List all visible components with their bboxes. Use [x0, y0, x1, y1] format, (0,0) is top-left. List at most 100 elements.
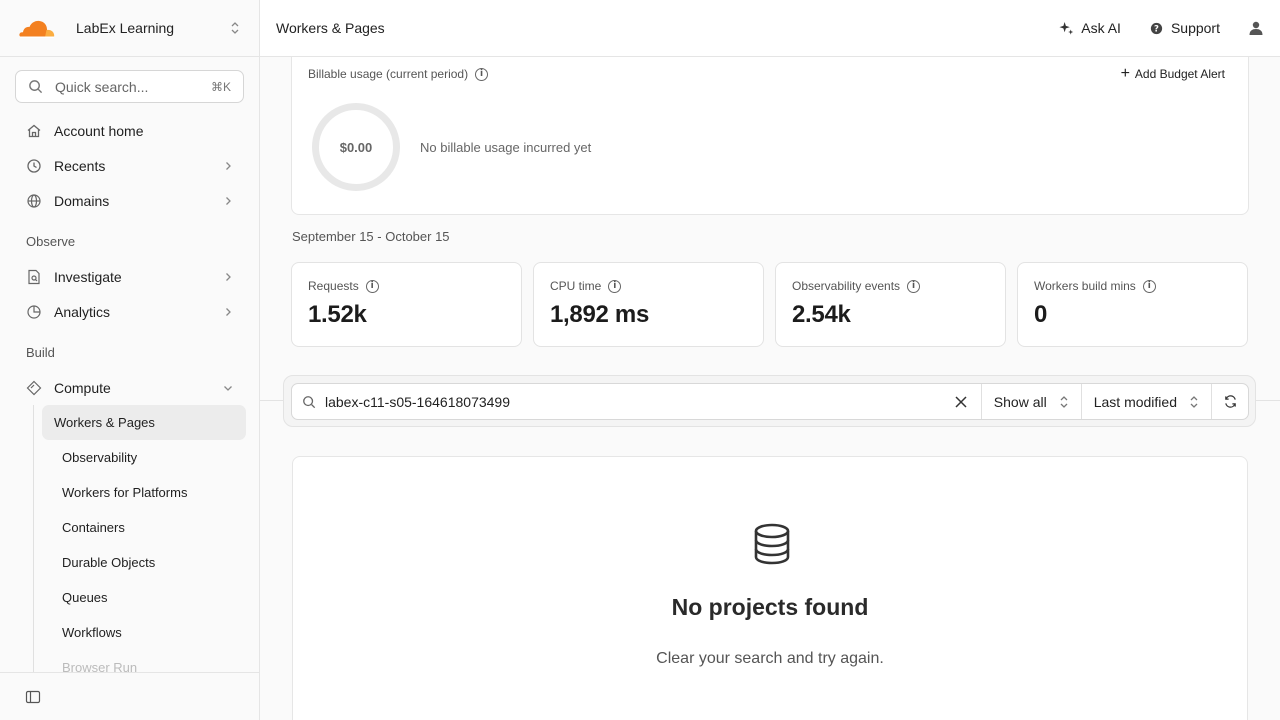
globe-icon: [26, 193, 42, 209]
pie-chart-icon: [26, 304, 42, 320]
chevron-right-icon: [226, 161, 231, 170]
diamond-icon: [26, 380, 42, 396]
sidebar-item-workers-pages[interactable]: Workers & Pages: [42, 405, 246, 440]
dropdown-value: Show all: [993, 393, 1047, 410]
info-icon[interactable]: i: [1142, 279, 1156, 293]
sidebar-item-durable-objects[interactable]: Durable Objects: [42, 545, 246, 580]
divider: [260, 400, 284, 401]
search-icon: [29, 80, 43, 94]
info-icon[interactable]: i: [907, 279, 921, 293]
help-icon: ?: [1150, 22, 1163, 34]
sidebar-item-label: Investigate: [54, 268, 122, 285]
no-usage-message: No billable usage incurred yet: [420, 140, 592, 155]
info-icon[interactable]: i: [608, 279, 622, 293]
stat-label: Observability events: [792, 279, 901, 293]
stat-label: CPU time: [550, 279, 602, 293]
empty-state-subtitle: Clear your search and try again.: [656, 650, 884, 667]
sidebar-item-compute[interactable]: Compute: [0, 370, 259, 405]
stat-label: Requests: [308, 279, 359, 293]
add-budget-label: Add Budget Alert: [1134, 67, 1225, 81]
sidebar-item-recents[interactable]: Recents: [0, 148, 259, 183]
section-label-observe: Observe: [26, 234, 76, 249]
sidebar: LabEx Learning Quick search... ⌘K Accoun…: [0, 0, 260, 720]
info-icon[interactable]: i: [365, 279, 379, 293]
sidebar-item-queues[interactable]: Queues: [42, 580, 246, 615]
section-label-build: Build: [26, 345, 55, 360]
chevron-down-icon: [224, 385, 232, 391]
cloudflare-logo-icon: [19, 20, 55, 38]
stat-value: 1,892 ms: [550, 301, 650, 328]
close-icon[interactable]: [953, 394, 969, 410]
projects-empty-state: No projects found Clear your search and …: [292, 456, 1248, 720]
svg-text:?: ?: [1154, 23, 1159, 33]
chevron-right-icon: [226, 196, 231, 205]
usage-ring: $0.00: [312, 103, 400, 191]
stat-label: Workers build mins: [1034, 279, 1136, 293]
stat-value: 1.52k: [308, 301, 367, 328]
refresh-icon: [1224, 395, 1236, 408]
chevron-updown-icon: [231, 22, 239, 34]
sidebar-item-workers-for-platforms[interactable]: Workers for Platforms: [42, 475, 246, 510]
sidebar-item-label: Compute: [54, 379, 111, 396]
sidebar-item-domains[interactable]: Domains: [0, 183, 259, 218]
support-button[interactable]: ? Support: [1149, 20, 1220, 36]
quick-search-input[interactable]: Quick search... ⌘K: [15, 70, 244, 103]
add-budget-alert-button[interactable]: + Add Budget Alert: [1120, 65, 1225, 82]
stat-card-cpu-time: CPU time i 1,892 ms: [533, 262, 764, 347]
info-icon[interactable]: i: [475, 67, 489, 81]
sort-dropdown[interactable]: Last modified: [1082, 384, 1212, 419]
sidebar-item-analytics[interactable]: Analytics: [0, 294, 259, 329]
sidebar-item-account-home[interactable]: Account home: [0, 113, 259, 148]
search-icon: [303, 395, 316, 408]
search-value: labex-c11-s05-164618073499: [325, 393, 510, 410]
account-name: LabEx Learning: [76, 20, 175, 36]
sidebar-item-investigate[interactable]: Investigate: [0, 259, 259, 294]
chevron-updown-icon: [1060, 395, 1068, 408]
filter-bar: labex-c11-s05-164618073499 Show all Last…: [291, 383, 1249, 420]
main-content: Billable usage (current period) i + Add …: [260, 57, 1280, 720]
user-icon[interactable]: [1248, 20, 1264, 36]
chevron-updown-icon: [1190, 395, 1198, 408]
billing-period: September 15 - October 15: [292, 229, 450, 244]
ask-ai-label: Ask AI: [1081, 20, 1121, 36]
sidebar-item-label: Analytics: [54, 303, 111, 320]
sparkle-icon: [1059, 21, 1074, 35]
sidebar-item-containers[interactable]: Containers: [42, 510, 246, 545]
dropdown-value: Last modified: [1093, 393, 1177, 410]
sidebar-nav: Account home Recents Domains Observe Inv…: [0, 113, 259, 685]
stat-value: 2.54k: [792, 301, 851, 328]
empty-state-title: No projects found: [671, 594, 869, 620]
compute-submenu: Workers & Pages Observability Workers fo…: [33, 405, 259, 685]
billable-usage-label: Billable usage (current period): [308, 67, 469, 81]
search-placeholder: Quick search...: [55, 78, 149, 95]
sidebar-item-label: Domains: [54, 192, 110, 209]
home-icon: [26, 123, 42, 139]
stat-card-workers-build-mins: Workers build mins i 0: [1017, 262, 1248, 347]
support-label: Support: [1170, 20, 1220, 36]
sidebar-item-observability[interactable]: Observability: [42, 440, 246, 475]
chevron-right-icon: [226, 272, 231, 281]
stat-value: 0: [1034, 301, 1048, 328]
page-title: Workers & Pages: [276, 20, 385, 36]
sidebar-footer: [0, 672, 259, 720]
billable-usage-card: Billable usage (current period) i + Add …: [291, 57, 1249, 215]
top-bar: Workers & Pages Ask AI ? Support: [260, 0, 1280, 57]
sidebar-item-workflows[interactable]: Workflows: [42, 615, 246, 650]
ask-ai-button[interactable]: Ask AI: [1059, 20, 1121, 36]
project-search-input[interactable]: labex-c11-s05-164618073499: [292, 384, 982, 419]
show-all-dropdown[interactable]: Show all: [982, 384, 1082, 419]
sidebar-item-label: Account home: [54, 122, 144, 139]
sidebar-item-label: Recents: [54, 157, 106, 174]
search-shortcut: ⌘K: [210, 79, 231, 94]
stat-card-observability-events: Observability events i 2.54k: [775, 262, 1006, 347]
database-icon: [754, 523, 790, 565]
clock-icon: [26, 158, 42, 174]
stat-card-requests: Requests i 1.52k: [291, 262, 522, 347]
document-search-icon: [26, 269, 42, 285]
plus-icon: +: [1120, 65, 1130, 82]
chevron-right-icon: [226, 307, 231, 316]
billable-usage-title: Billable usage (current period) i: [308, 67, 489, 81]
sidebar-toggle-icon[interactable]: [25, 689, 41, 705]
account-switcher[interactable]: LabEx Learning: [0, 0, 259, 57]
refresh-button[interactable]: [1212, 384, 1248, 419]
